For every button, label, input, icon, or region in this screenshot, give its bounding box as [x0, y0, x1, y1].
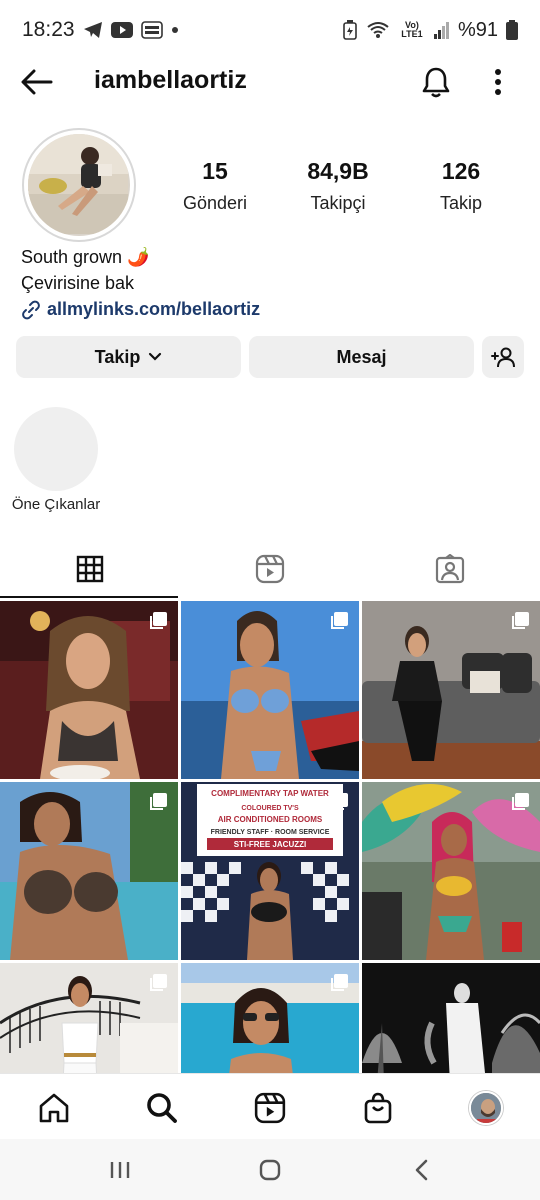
grid-post[interactable] [362, 963, 540, 1073]
message-button-label: Mesaj [336, 346, 387, 367]
nav-profile[interactable] [466, 1088, 506, 1128]
stat-following-label: Takip [439, 193, 483, 213]
posts-grid: COMPLIMENTARY TAP WATER COLOURED TV'S AI… [0, 601, 540, 1073]
nav-home[interactable] [34, 1088, 74, 1128]
chevron-left-icon [415, 1159, 428, 1181]
search-icon [147, 1093, 177, 1123]
shopping-bag-icon [364, 1092, 392, 1124]
reels-icon [255, 554, 285, 584]
grid-post[interactable] [362, 601, 540, 779]
active-tab-indicator [0, 596, 178, 598]
carousel-icon [150, 612, 167, 629]
wifi-icon [366, 20, 390, 40]
nav-search[interactable] [142, 1088, 182, 1128]
stat-following-value: 126 [441, 158, 481, 184]
home-icon [39, 1093, 69, 1123]
bio-link-text: allmylinks.com/bellaortiz [47, 299, 261, 319]
sign-line-1: COMPLIMENTARY TAP WATER [211, 789, 329, 798]
carousel-icon [331, 793, 348, 810]
grid-post[interactable] [0, 963, 178, 1073]
sign-line-5: STI-FREE JACUZZI [234, 840, 306, 849]
carousel-icon [150, 793, 167, 810]
user-avatar [469, 1091, 503, 1125]
stat-posts[interactable]: 15 Gönderi [155, 158, 275, 214]
battery-saver-icon [342, 20, 358, 40]
profile-tabs [0, 540, 540, 600]
sign-line-2: COLOURED TV'S [241, 805, 299, 812]
grid-icon [76, 555, 104, 583]
carousel-icon [331, 974, 348, 991]
add-user-icon [491, 347, 515, 368]
bio-link[interactable]: allmylinks.com/bellaortiz [21, 297, 260, 322]
bio-text: South grown 🌶️ [21, 247, 150, 267]
recent-apps-icon [110, 1162, 130, 1178]
grid-post[interactable] [362, 782, 540, 960]
carousel-icon [150, 974, 167, 991]
grid-post[interactable] [181, 601, 359, 779]
carousel-icon [512, 793, 529, 810]
status-time: 18:23 [22, 18, 75, 41]
reels-icon [254, 1092, 286, 1124]
back-button[interactable] [18, 64, 56, 100]
notifications-button[interactable] [418, 62, 454, 102]
more-vertical-icon [495, 69, 501, 95]
stat-followers-value: 84,9B [307, 158, 369, 184]
nav-reels[interactable] [250, 1088, 290, 1128]
network-label: Vo) LTE1 [401, 20, 423, 39]
home-circle-icon [259, 1159, 281, 1181]
chevron-down-icon [149, 352, 162, 361]
stat-following[interactable]: 126 Takip [401, 158, 521, 214]
battery-icon [506, 20, 518, 40]
bottom-navigation [0, 1073, 540, 1139]
stat-followers-label: Takipçi [310, 193, 366, 213]
arrow-left-icon [21, 69, 53, 95]
dot-icon [171, 26, 179, 34]
tab-reels[interactable] [180, 540, 360, 598]
status-bar: 18:23 Vo) LTE1 %91 [0, 0, 540, 60]
suggested-users-button[interactable] [482, 336, 524, 378]
stat-posts-label: Gönderi [182, 193, 248, 213]
grid-post[interactable] [0, 601, 178, 779]
profile-avatar[interactable] [22, 128, 136, 242]
translate-link[interactable]: Çevirisine bak [21, 271, 260, 296]
sign-line-4: FRIENDLY STAFF · ROOM SERVICE [211, 829, 330, 836]
carousel-icon [512, 612, 529, 629]
grid-post[interactable]: COMPLIMENTARY TAP WATER COLOURED TV'S AI… [181, 782, 359, 960]
highlight-circle[interactable] [14, 407, 98, 491]
blast-app-icon [140, 21, 163, 39]
system-back-button[interactable] [402, 1153, 442, 1187]
youtube-icon [110, 22, 133, 38]
nav-shop[interactable] [358, 1088, 398, 1128]
follow-button-label: Takip [94, 346, 141, 367]
battery-percent: %91 [457, 18, 498, 41]
highlight-label: Öne Çıkanlar [11, 496, 101, 513]
tab-grid[interactable] [0, 540, 180, 598]
home-button[interactable] [250, 1153, 290, 1187]
bell-icon [422, 67, 450, 98]
tagged-user-icon [435, 554, 465, 584]
follow-button[interactable]: Takip [16, 336, 241, 378]
message-button[interactable]: Mesaj [249, 336, 474, 378]
link-icon [22, 300, 40, 319]
profile-bio: South grown 🌶️ Çevirisine bak allmylinks… [21, 245, 260, 322]
lte-icon: Vo) LTE1 [398, 21, 426, 39]
stat-followers[interactable]: 84,9B Takipçi [278, 158, 398, 214]
grid-post[interactable] [0, 782, 178, 960]
recent-apps-button[interactable] [100, 1153, 140, 1187]
sign-line-3: AIR CONDITIONED ROOMS [218, 815, 323, 824]
profile-username: iambellaortiz [94, 66, 247, 94]
signal-icon [433, 21, 450, 39]
grid-post[interactable] [181, 963, 359, 1073]
tab-tagged[interactable] [360, 540, 540, 598]
system-navigation [0, 1139, 540, 1200]
profile-header: iambellaortiz [0, 56, 540, 108]
stat-posts-value: 15 [202, 158, 228, 184]
telegram-icon [83, 21, 103, 39]
avatar-photo [28, 134, 130, 236]
more-options-button[interactable] [484, 62, 512, 102]
carousel-icon [331, 612, 348, 629]
